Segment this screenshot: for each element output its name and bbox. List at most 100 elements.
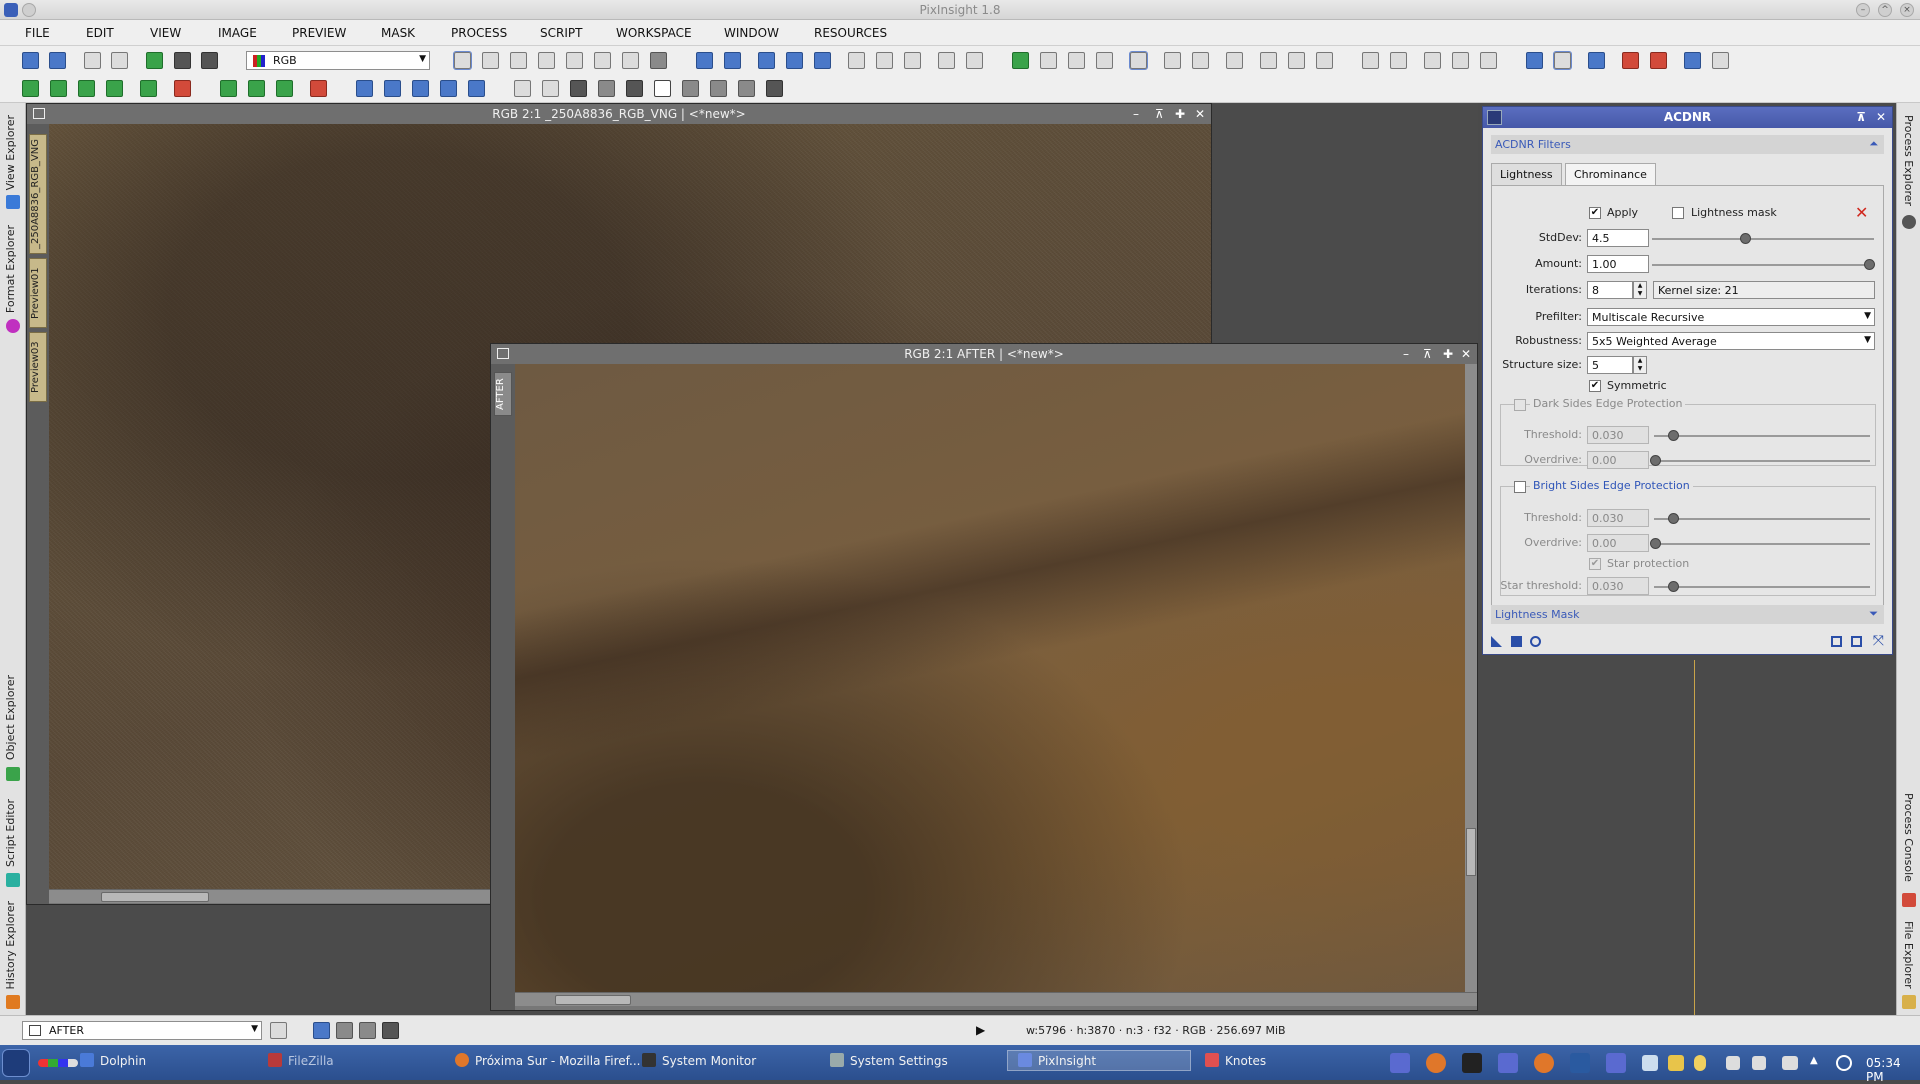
mirror-v-icon[interactable] <box>468 80 485 97</box>
screen-transfer-icon[interactable] <box>146 52 163 69</box>
menu-edit[interactable]: EDIT <box>86 26 114 40</box>
screen-7-icon[interactable] <box>1712 52 1729 69</box>
structure-size-input[interactable]: 5 <box>1587 356 1633 374</box>
tray-bulb-icon[interactable] <box>1694 1055 1706 1071</box>
network-icon[interactable] <box>1782 1056 1798 1070</box>
mask-tool-2-icon[interactable] <box>1192 52 1209 69</box>
statistics-icon[interactable] <box>201 52 218 69</box>
readout-mode-icon[interactable] <box>453 51 472 70</box>
mask-d-icon[interactable] <box>598 80 615 97</box>
mask-show-icon[interactable] <box>1129 51 1148 70</box>
acdnr-dialog[interactable]: ACDNR ⊼ ✕ ACDNR Filters ⏶ Lightness Chro… <box>1482 106 1893 655</box>
folder-icon[interactable] <box>1902 995 1916 1009</box>
rotate-ccw-icon[interactable] <box>356 80 373 97</box>
restore-view-icon[interactable] <box>966 52 983 69</box>
tool-h-icon[interactable] <box>248 80 265 97</box>
iterations-input[interactable]: 8 <box>1587 281 1633 299</box>
fit-view-icon[interactable] <box>848 52 865 69</box>
screen-6-icon[interactable] <box>1684 52 1701 69</box>
apply-checkbox[interactable]: ✔ <box>1589 207 1601 219</box>
symmetric-checkbox[interactable]: ✔ <box>1589 380 1601 392</box>
volume-icon[interactable] <box>1752 1056 1766 1070</box>
amount-slider[interactable] <box>1652 259 1875 270</box>
apply-global-icon[interactable] <box>1511 636 1522 647</box>
new-instance-icon[interactable] <box>1491 636 1502 647</box>
process-icon-2[interactable] <box>1390 52 1407 69</box>
display-channel-g-icon[interactable] <box>359 1022 376 1039</box>
tool-a-icon[interactable] <box>22 80 39 97</box>
menu-workspace[interactable]: WORKSPACE <box>616 26 692 40</box>
menu-mask[interactable]: MASK <box>381 26 415 40</box>
zoom-in-icon[interactable] <box>696 52 713 69</box>
play-icon[interactable]: ▶ <box>976 1023 985 1037</box>
scrollbar-thumb[interactable] <box>101 892 209 902</box>
tray-terminal-icon[interactable] <box>1462 1053 1482 1073</box>
file-explorer-tab[interactable]: File Explorer <box>1902 921 1915 989</box>
script-editor-tab[interactable]: Script Editor <box>4 799 17 867</box>
view-select[interactable]: AFTER ▼ <box>22 1021 262 1040</box>
menu-resources[interactable]: RESOURCES <box>814 26 887 40</box>
object-explorer-icon[interactable] <box>6 767 20 781</box>
dark-edge-checkbox[interactable] <box>1514 399 1526 411</box>
menu-image[interactable]: IMAGE <box>218 26 257 40</box>
process-icon-1[interactable] <box>1362 52 1379 69</box>
horizontal-scrollbar[interactable] <box>515 992 1477 1006</box>
gear-icon[interactable] <box>1902 215 1916 229</box>
zoom-to-fit-icon[interactable] <box>876 52 893 69</box>
new-image-icon[interactable] <box>84 52 101 69</box>
scrollbar-thumb[interactable] <box>555 995 631 1005</box>
image-window-title-bar[interactable]: RGB 2:1 AFTER | <*new*> – ⊼ ✚ ✕ <box>491 344 1477 364</box>
mask-e-icon[interactable] <box>626 80 643 97</box>
display-channel-r-icon[interactable] <box>336 1022 353 1039</box>
activity-icon[interactable] <box>38 1059 78 1067</box>
tool-f-icon[interactable] <box>174 80 191 97</box>
slider-knob[interactable] <box>1668 581 1679 592</box>
task-pixinsight[interactable]: PixInsight <box>1007 1050 1191 1071</box>
display-channel-b-icon[interactable] <box>382 1022 399 1039</box>
vertical-scrollbar[interactable] <box>1465 364 1477 992</box>
preview-tool-3-icon[interactable] <box>1096 52 1113 69</box>
pointer-icon[interactable] <box>650 52 667 69</box>
image-canvas[interactable] <box>515 364 1465 992</box>
tool-i-icon[interactable] <box>276 80 293 97</box>
iterations-spinner[interactable]: ▲ ▼ <box>1633 281 1647 299</box>
mask-f-icon[interactable] <box>654 80 671 97</box>
tab-preview01[interactable]: Preview01 <box>29 258 47 328</box>
screen-2-icon[interactable] <box>1553 51 1572 70</box>
shade-icon[interactable]: ⊼ <box>1155 104 1164 124</box>
history-explorer-icon[interactable] <box>6 995 20 1009</box>
tab-after[interactable]: AFTER <box>494 372 512 416</box>
task-firefox[interactable]: Próxima Sur - Mozilla Firef... <box>455 1053 640 1068</box>
menu-script[interactable]: SCRIPT <box>540 26 582 40</box>
minimize-icon[interactable]: – <box>1403 344 1409 364</box>
image-window-title-bar[interactable]: RGB 2:1 _250A8836_RGB_VNG | <*new*> – ⊼ … <box>27 104 1211 124</box>
script-editor-icon[interactable] <box>6 873 20 887</box>
zoom-1to1-icon[interactable] <box>786 52 803 69</box>
move-icon[interactable] <box>538 52 555 69</box>
maximize-icon[interactable]: ✚ <box>1443 344 1453 364</box>
histogram-icon[interactable] <box>174 52 191 69</box>
tray-mail-icon[interactable] <box>1570 1053 1590 1073</box>
display-channel-rgb-icon[interactable] <box>313 1022 330 1039</box>
menu-window[interactable]: WINDOW <box>724 26 779 40</box>
format-explorer-tab[interactable]: Format Explorer <box>4 225 17 313</box>
tray-app-icon[interactable] <box>1498 1053 1518 1073</box>
bright-threshold-input[interactable]: 0.030 <box>1587 509 1649 527</box>
amount-input[interactable]: 1.00 <box>1587 255 1649 273</box>
close-icon[interactable]: ✕ <box>1876 107 1886 128</box>
dark-threshold-slider[interactable] <box>1654 430 1870 441</box>
robustness-select[interactable]: 5x5 Weighted Average ▼ <box>1587 332 1875 350</box>
mask-g-icon[interactable] <box>682 80 699 97</box>
pan-mode-icon[interactable] <box>510 52 527 69</box>
mask-j-icon[interactable] <box>766 80 783 97</box>
history-explorer-tab[interactable]: History Explorer <box>4 901 17 989</box>
mask-b-icon[interactable] <box>542 80 559 97</box>
browse-docs-icon[interactable] <box>1851 636 1862 647</box>
zoom-mode-icon[interactable] <box>482 52 499 69</box>
zoom-out-icon[interactable] <box>724 52 741 69</box>
preview-tool-icon[interactable] <box>1040 52 1057 69</box>
menu-process[interactable]: PROCESS <box>451 26 507 40</box>
tool-b-icon[interactable] <box>50 80 67 97</box>
reset-icon[interactable]: ✕ <box>1855 203 1868 222</box>
process-icon-4[interactable] <box>1452 52 1469 69</box>
